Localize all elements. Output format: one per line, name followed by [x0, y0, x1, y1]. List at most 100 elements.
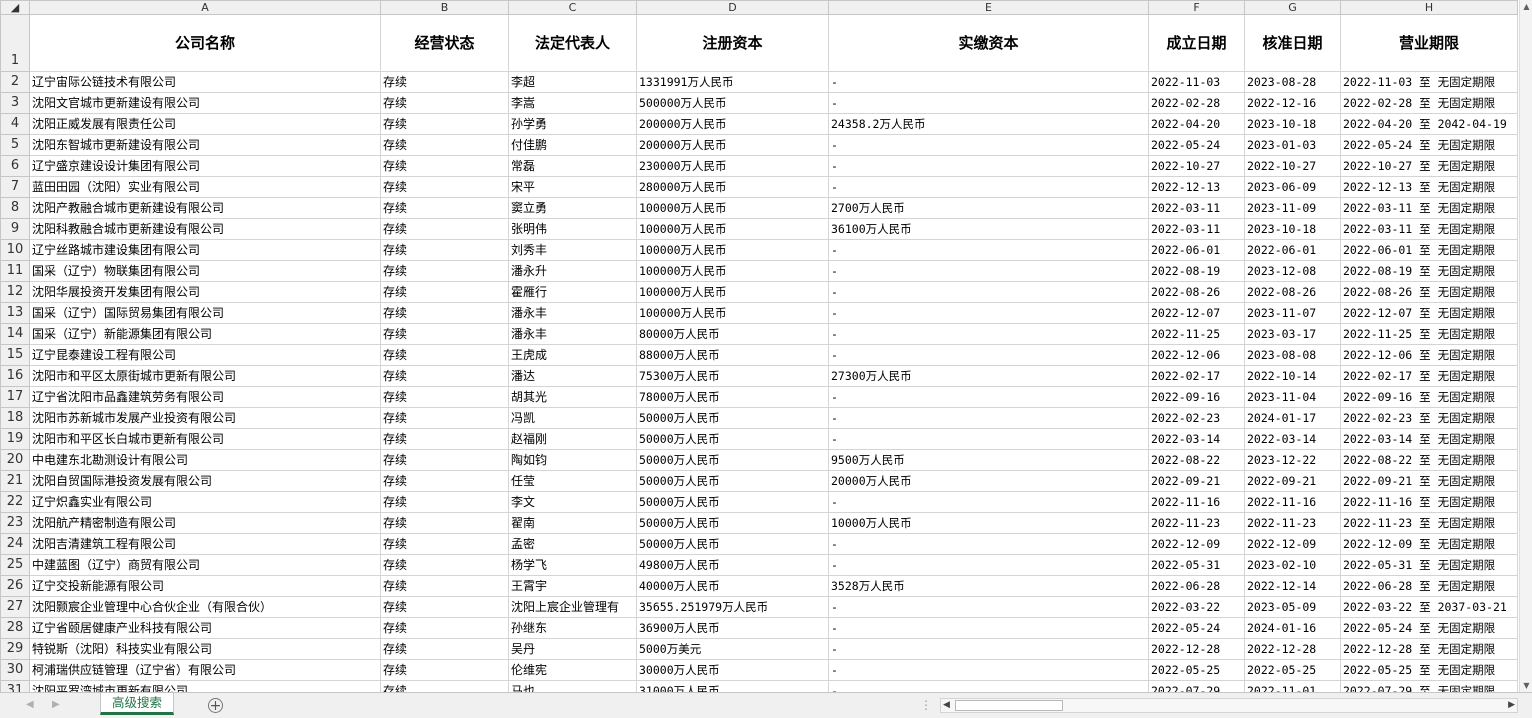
business-term-cell[interactable]: 2022-09-16 至 无固定期限	[1340, 386, 1518, 408]
business-term-cell[interactable]: 2022-08-19 至 无固定期限	[1340, 260, 1518, 282]
status-cell[interactable]: 存续	[380, 512, 509, 534]
approval-date-cell[interactable]: 2022-08-26	[1244, 281, 1341, 303]
registered-capital-cell[interactable]: 50000万人民币	[636, 470, 829, 492]
paid-capital-cell[interactable]: -	[828, 281, 1149, 303]
company-name-cell[interactable]: 国采（辽宁）国际贸易集团有限公司	[29, 302, 381, 324]
approval-date-cell[interactable]: 2023-08-08	[1244, 344, 1341, 366]
row-number[interactable]: 19	[0, 428, 30, 450]
approval-date-cell[interactable]: 2022-11-16	[1244, 491, 1341, 513]
status-cell[interactable]: 存续	[380, 617, 509, 639]
legal-rep-cell[interactable]: 胡其光	[508, 386, 637, 408]
company-name-cell[interactable]: 辽宁丝路城市建设集团有限公司	[29, 239, 381, 261]
company-name-cell[interactable]: 沈阳市和平区长白城市更新有限公司	[29, 428, 381, 450]
approval-date-cell[interactable]: 2023-06-09	[1244, 176, 1341, 198]
approval-date-cell[interactable]: 2022-05-25	[1244, 659, 1341, 681]
approval-date-cell[interactable]: 2023-05-09	[1244, 596, 1341, 618]
business-term-cell[interactable]: 2022-11-16 至 无固定期限	[1340, 491, 1518, 513]
business-term-cell[interactable]: 2022-03-11 至 无固定期限	[1340, 197, 1518, 219]
established-date-cell[interactable]: 2022-12-07	[1148, 302, 1245, 324]
approval-date-cell[interactable]: 2022-12-28	[1244, 638, 1341, 660]
paid-capital-cell[interactable]: 9500万人民币	[828, 449, 1149, 471]
approval-date-cell[interactable]: 2022-12-09	[1244, 533, 1341, 555]
paid-capital-cell[interactable]: 20000万人民币	[828, 470, 1149, 492]
established-date-cell[interactable]: 2022-06-01	[1148, 239, 1245, 261]
established-date-cell[interactable]: 2022-12-28	[1148, 638, 1245, 660]
status-cell[interactable]: 存续	[380, 554, 509, 576]
company-name-cell[interactable]: 辽宁盛京建设设计集团有限公司	[29, 155, 381, 177]
registered-capital-cell[interactable]: 50000万人民币	[636, 533, 829, 555]
company-name-cell[interactable]: 辽宁炽鑫实业有限公司	[29, 491, 381, 513]
registered-capital-cell[interactable]: 80000万人民币	[636, 323, 829, 345]
company-name-cell[interactable]: 沈阳航产精密制造有限公司	[29, 512, 381, 534]
legal-rep-cell[interactable]: 霍雁行	[508, 281, 637, 303]
header-cell-status[interactable]: 经营状态	[380, 14, 509, 72]
row-number[interactable]: 10	[0, 239, 30, 261]
horizontal-scrollbar[interactable]: ◀ ▶	[940, 698, 1518, 713]
company-name-cell[interactable]: 辽宁宙际公链技术有限公司	[29, 71, 381, 93]
registered-capital-cell[interactable]: 88000万人民币	[636, 344, 829, 366]
status-cell[interactable]: 存续	[380, 176, 509, 198]
status-cell[interactable]: 存续	[380, 470, 509, 492]
column-header-a[interactable]: A	[29, 0, 381, 15]
business-term-cell[interactable]: 2022-05-24 至 无固定期限	[1340, 134, 1518, 156]
paid-capital-cell[interactable]: -	[828, 134, 1149, 156]
legal-rep-cell[interactable]: 潘永升	[508, 260, 637, 282]
legal-rep-cell[interactable]: 孙学勇	[508, 113, 637, 135]
established-date-cell[interactable]: 2022-05-31	[1148, 554, 1245, 576]
registered-capital-cell[interactable]: 100000万人民币	[636, 239, 829, 261]
approval-date-cell[interactable]: 2023-12-22	[1244, 449, 1341, 471]
registered-capital-cell[interactable]: 30000万人民币	[636, 659, 829, 681]
established-date-cell[interactable]: 2022-03-14	[1148, 428, 1245, 450]
legal-rep-cell[interactable]: 伦维宪	[508, 659, 637, 681]
paid-capital-cell[interactable]: -	[828, 260, 1149, 282]
status-cell[interactable]: 存续	[380, 344, 509, 366]
status-cell[interactable]: 存续	[380, 449, 509, 471]
registered-capital-cell[interactable]: 100000万人民币	[636, 281, 829, 303]
status-cell[interactable]: 存续	[380, 428, 509, 450]
legal-rep-cell[interactable]: 李嵩	[508, 92, 637, 114]
status-cell[interactable]: 存续	[380, 197, 509, 219]
approval-date-cell[interactable]: 2024-01-17	[1244, 407, 1341, 429]
row-number[interactable]: 14	[0, 323, 30, 345]
approval-date-cell[interactable]: 2023-12-08	[1244, 260, 1341, 282]
status-cell[interactable]: 存续	[380, 491, 509, 513]
status-cell[interactable]: 存续	[380, 323, 509, 345]
legal-rep-cell[interactable]: 王虎成	[508, 344, 637, 366]
legal-rep-cell[interactable]: 张明伟	[508, 218, 637, 240]
legal-rep-cell[interactable]: 马也	[508, 680, 637, 692]
business-term-cell[interactable]: 2022-09-21 至 无固定期限	[1340, 470, 1518, 492]
company-name-cell[interactable]: 辽宁省颐居健康产业科技有限公司	[29, 617, 381, 639]
row-number[interactable]: 16	[0, 365, 30, 387]
business-term-cell[interactable]: 2022-03-14 至 无固定期限	[1340, 428, 1518, 450]
registered-capital-cell[interactable]: 50000万人民币	[636, 512, 829, 534]
row-number[interactable]: 2	[0, 71, 30, 93]
company-name-cell[interactable]: 沈阳市苏新城市发展产业投资有限公司	[29, 407, 381, 429]
next-sheet-icon[interactable]: ▶	[52, 699, 60, 710]
business-term-cell[interactable]: 2022-11-23 至 无固定期限	[1340, 512, 1518, 534]
paid-capital-cell[interactable]: -	[828, 428, 1149, 450]
registered-capital-cell[interactable]: 50000万人民币	[636, 449, 829, 471]
paid-capital-cell[interactable]: -	[828, 533, 1149, 555]
company-name-cell[interactable]: 沈阳东智城市更新建设有限公司	[29, 134, 381, 156]
business-term-cell[interactable]: 2022-11-03 至 无固定期限	[1340, 71, 1518, 93]
company-name-cell[interactable]: 沈阳文官城市更新建设有限公司	[29, 92, 381, 114]
approval-date-cell[interactable]: 2022-12-14	[1244, 575, 1341, 597]
legal-rep-cell[interactable]: 李超	[508, 71, 637, 93]
business-term-cell[interactable]: 2022-12-06 至 无固定期限	[1340, 344, 1518, 366]
row-number[interactable]: 30	[0, 659, 30, 681]
approval-date-cell[interactable]: 2023-11-04	[1244, 386, 1341, 408]
established-date-cell[interactable]: 2022-08-19	[1148, 260, 1245, 282]
business-term-cell[interactable]: 2022-06-01 至 无固定期限	[1340, 239, 1518, 261]
row-number[interactable]: 20	[0, 449, 30, 471]
paid-capital-cell[interactable]: -	[828, 617, 1149, 639]
row-number[interactable]: 31	[0, 680, 30, 692]
established-date-cell[interactable]: 2022-07-29	[1148, 680, 1245, 692]
row-number[interactable]: 6	[0, 155, 30, 177]
registered-capital-cell[interactable]: 36900万人民币	[636, 617, 829, 639]
row-number[interactable]: 4	[0, 113, 30, 135]
status-cell[interactable]: 存续	[380, 302, 509, 324]
approval-date-cell[interactable]: 2023-02-10	[1244, 554, 1341, 576]
approval-date-cell[interactable]: 2023-10-18	[1244, 218, 1341, 240]
status-cell[interactable]: 存续	[380, 281, 509, 303]
row-number[interactable]: 18	[0, 407, 30, 429]
